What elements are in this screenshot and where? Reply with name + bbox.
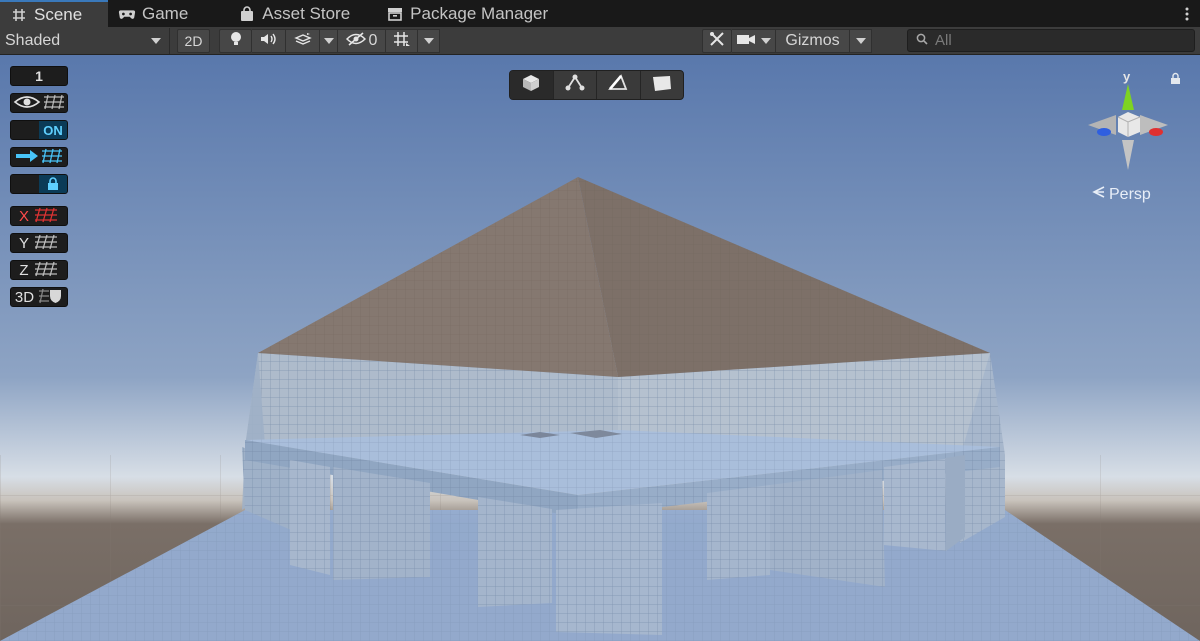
scene-viewport[interactable] <box>0 55 1200 641</box>
chevron-left-icon <box>1092 185 1106 204</box>
projection-toggle[interactable]: Persp <box>1092 185 1151 204</box>
scene-visibility-button[interactable]: 0 <box>338 28 386 53</box>
grid-visibility-icon <box>393 31 411 50</box>
grid-dropdown[interactable] <box>418 28 440 53</box>
grid-icon <box>10 7 28 23</box>
arrow-grid-icon <box>12 148 66 166</box>
axis-y-label: Y <box>18 234 29 252</box>
chevron-down-icon <box>423 37 434 44</box>
search-input[interactable] <box>935 32 1175 49</box>
tools-button[interactable] <box>702 28 732 53</box>
grid-visibility-toggle[interactable] <box>10 93 68 113</box>
snap-toggle-on: ON <box>39 121 67 139</box>
hidden-count: 0 <box>368 31 378 49</box>
lock-toggle-off <box>11 175 39 193</box>
toggle-2d-button[interactable]: 2D <box>177 28 210 53</box>
lightbulb-icon <box>230 31 242 50</box>
axis-z-button[interactable]: Z <box>10 260 68 280</box>
package-icon <box>386 6 404 22</box>
chevron-down-icon <box>855 37 866 44</box>
grid-3d-button[interactable]: 3D <box>10 287 68 307</box>
gizmos-dropdown[interactable] <box>850 28 872 53</box>
object-mode-button[interactable] <box>510 71 554 99</box>
hidden-eye-icon <box>345 32 366 49</box>
cube-icon <box>522 74 540 97</box>
scene-toolbar: Shaded 2D 0 Gizmos All <box>0 27 1200 55</box>
axis-y-button[interactable]: Y <box>10 233 68 253</box>
axis-x-label: X <box>18 207 29 225</box>
shield-grid-icon <box>37 288 63 306</box>
grid-icon <box>33 234 59 252</box>
gamepad-icon <box>118 6 136 22</box>
chevron-down-icon <box>761 37 771 44</box>
eye-grid-icon <box>12 94 66 112</box>
tab-label: Game <box>142 3 189 23</box>
toggle-2d-label: 2D <box>184 32 203 49</box>
effects-dropdown[interactable] <box>320 28 338 53</box>
grid-increment-value: 1 <box>35 68 43 84</box>
tool-mode-bar <box>509 70 684 100</box>
crossed-tools-icon <box>709 31 725 50</box>
more-options-icon[interactable] <box>1174 0 1200 27</box>
bag-icon <box>238 5 256 22</box>
snap-toggle-off <box>11 121 39 139</box>
tab-label: Scene <box>34 4 83 24</box>
shading-mode-dropdown[interactable]: Shaded <box>0 27 170 54</box>
gizmo-y-cone[interactable] <box>1122 84 1134 110</box>
scene-render <box>0 55 1200 641</box>
video-camera-icon <box>736 33 756 49</box>
gizmo-center-cube[interactable] <box>1118 112 1140 137</box>
grid-snap-button[interactable] <box>386 28 418 53</box>
gizmo-axis-label: y <box>1123 70 1131 84</box>
layers-effects-icon <box>293 32 312 49</box>
camera-settings-button[interactable] <box>732 28 776 53</box>
gizmo-lock-icon[interactable] <box>1170 72 1181 90</box>
red-grid-icon <box>33 207 59 225</box>
projection-label: Persp <box>1109 185 1151 203</box>
edge-icon <box>607 73 629 97</box>
tab-asset-store[interactable]: Asset Store <box>228 0 364 27</box>
snap-toggle[interactable]: ON <box>10 120 68 140</box>
edge-mode-button[interactable] <box>597 71 641 99</box>
scene-search-field[interactable] <box>907 29 1195 52</box>
tab-label: Package Manager <box>410 3 549 23</box>
grid-increment-button[interactable]: 1 <box>10 66 68 86</box>
gizmo-down-cone[interactable] <box>1122 140 1134 170</box>
tab-scene[interactable]: Scene <box>0 0 108 27</box>
vertex-mode-button[interactable] <box>554 71 597 99</box>
face-mode-button[interactable] <box>641 71 684 99</box>
audio-toggle-button[interactable] <box>252 28 286 53</box>
gizmos-button[interactable]: Gizmos <box>776 28 850 53</box>
lighting-toggle-button[interactable] <box>219 28 252 53</box>
tab-package-manager[interactable]: Package Manager <box>376 0 562 27</box>
shading-mode-value: Shaded <box>5 31 61 49</box>
effects-toggle-button[interactable] <box>286 28 320 53</box>
tab-game[interactable]: Game <box>108 0 202 27</box>
tab-label: Asset Store <box>262 3 351 23</box>
window-tab-bar: Scene Game Asset Store Package Manager <box>0 0 1200 27</box>
axis-x-button[interactable]: X <box>10 206 68 226</box>
face-icon <box>651 74 673 97</box>
axis-z-label: Z <box>19 261 29 279</box>
grid-icon <box>33 261 59 279</box>
chevron-down-icon <box>323 37 334 44</box>
lock-grid-toggle[interactable] <box>10 174 68 194</box>
orientation-gizmo[interactable]: y <box>1082 69 1177 180</box>
vertex-icon <box>564 74 586 97</box>
chevron-down-icon <box>151 37 161 44</box>
label-3d: 3D <box>14 288 35 306</box>
gizmos-label: Gizmos <box>785 31 840 49</box>
move-snap-button[interactable] <box>10 147 68 167</box>
speaker-icon <box>260 32 278 49</box>
padlock-icon <box>39 175 67 193</box>
search-icon <box>916 32 928 50</box>
